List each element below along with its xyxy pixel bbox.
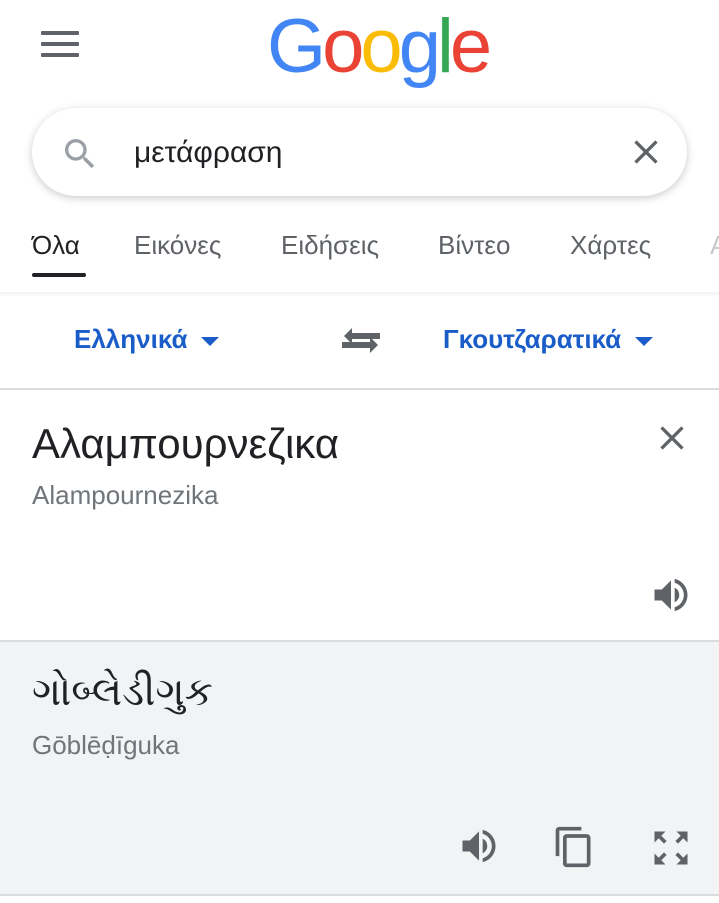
bottom-divider	[0, 894, 719, 896]
search-icon[interactable]	[60, 134, 100, 174]
logo-letter: o	[322, 4, 364, 89]
google-translate-page: Google Όλα Εικόνες Ειδήσεις Βίντεο Χάρτε…	[0, 0, 719, 903]
logo-letter: l	[436, 4, 454, 89]
fullscreen-icon[interactable]	[648, 826, 694, 870]
hamburger-menu-icon[interactable]	[41, 31, 79, 57]
source-language-label: Ελληνικά	[74, 324, 188, 354]
clear-search-icon[interactable]	[626, 132, 666, 172]
language-bar: Ελληνικά Γκουτζαρατικά	[0, 296, 719, 388]
tab-images[interactable]: Εικόνες	[134, 230, 221, 261]
target-language-label: Γκουτζαρατικά	[443, 324, 622, 354]
tab-videos[interactable]: Βίντεο	[438, 230, 510, 261]
active-tab-indicator	[32, 273, 86, 277]
source-panel: Αλαμπουρνεζικα Alampournezika	[0, 390, 719, 640]
logo-letter: e	[449, 4, 492, 89]
speaker-icon[interactable]	[648, 573, 694, 617]
header: Google	[0, 0, 719, 95]
source-text[interactable]: Αλαμπουρνεζικα	[32, 420, 339, 468]
target-language-select[interactable]: Γκουτζαρατικά	[443, 324, 654, 355]
chevron-down-icon	[635, 337, 654, 346]
copy-icon[interactable]	[552, 824, 596, 870]
speaker-icon[interactable]	[456, 824, 502, 868]
search-input[interactable]	[134, 126, 604, 180]
search-tabs: Όλα Εικόνες Ειδήσεις Βίντεο Χάρτες Α	[0, 215, 719, 295]
tab-overflow-hint[interactable]: Α	[710, 230, 719, 261]
target-panel: ગોબ્લેડીગુક Gōblēḍīguka	[0, 640, 719, 894]
tab-all[interactable]: Όλα	[32, 230, 80, 261]
translated-text: ગોબ્લેડીગુક	[32, 670, 213, 714]
swap-arrows-icon[interactable]	[338, 324, 384, 360]
google-logo[interactable]: Google	[267, 2, 492, 92]
logo-letter: g	[398, 4, 441, 89]
logo-letter: o	[360, 4, 402, 89]
target-transliteration: Gōblēḍīguka	[32, 730, 180, 760]
chevron-down-icon	[201, 337, 220, 346]
tab-news[interactable]: Ειδήσεις	[281, 230, 379, 261]
source-transliteration: Alampournezika	[32, 480, 219, 510]
logo-letter: G	[267, 4, 326, 89]
source-language-select[interactable]: Ελληνικά	[74, 324, 220, 355]
close-icon[interactable]	[652, 418, 692, 458]
tab-maps[interactable]: Χάρτες	[570, 230, 651, 261]
